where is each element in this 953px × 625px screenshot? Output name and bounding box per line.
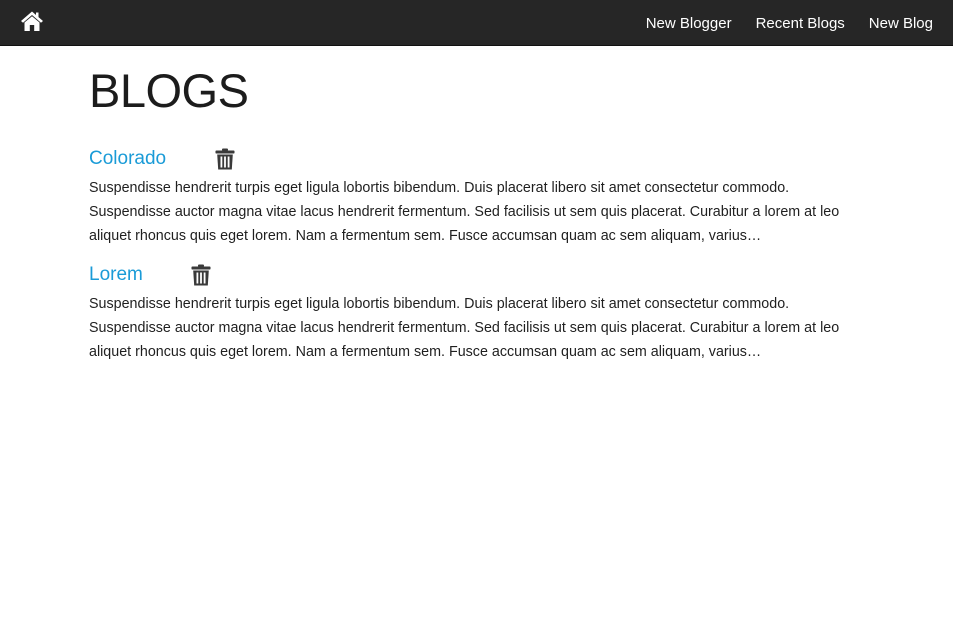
main-content: BLOGS Colorado Suspendisse hendrerit tur… (89, 46, 849, 364)
blog-entry: Lorem Suspendisse hendrerit turpis eget … (89, 262, 849, 364)
trash-icon (215, 148, 235, 170)
nav-links: New Blogger Recent Blogs New Blog (622, 0, 933, 46)
top-navbar: New Blogger Recent Blogs New Blog (0, 0, 953, 46)
blog-title-link[interactable]: Colorado (89, 148, 166, 170)
trash-icon (191, 264, 211, 286)
nav-new-blog-link[interactable]: New Blog (869, 15, 933, 32)
home-icon (20, 10, 44, 32)
blog-excerpt: Suspendisse hendrerit turpis eget ligula… (89, 296, 840, 360)
delete-blog-button[interactable] (191, 264, 211, 286)
page-title: BLOGS (89, 64, 249, 117)
blog-entry: Colorado Suspendisse hendrerit turpis eg… (89, 146, 849, 248)
blog-header: Colorado (89, 146, 849, 172)
home-link[interactable] (20, 10, 44, 34)
blog-header: Lorem (89, 262, 849, 288)
blog-excerpt: Suspendisse hendrerit turpis eget ligula… (89, 180, 840, 244)
nav-new-blogger-link[interactable]: New Blogger (646, 15, 732, 32)
blog-title-link[interactable]: Lorem (89, 264, 143, 286)
nav-recent-blogs-link[interactable]: Recent Blogs (756, 15, 845, 32)
delete-blog-button[interactable] (215, 148, 235, 170)
